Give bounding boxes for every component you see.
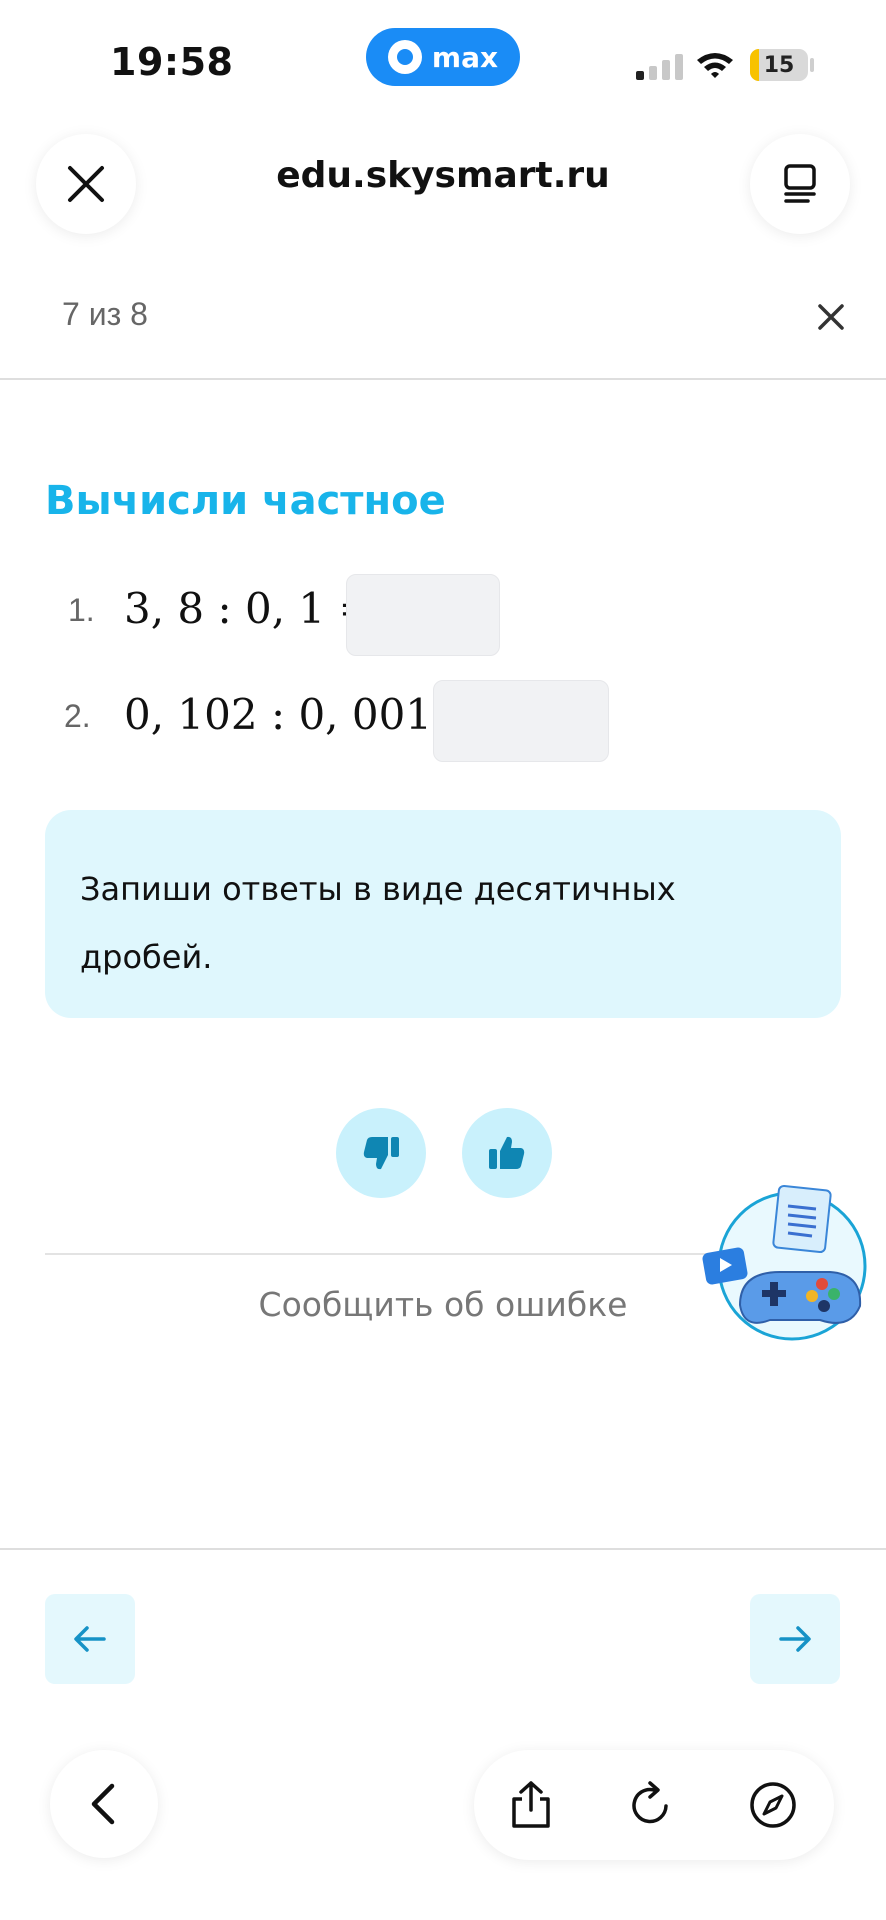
close-task-icon[interactable] (816, 302, 846, 332)
max-app-label: max (431, 40, 499, 74)
wifi-icon (697, 53, 733, 78)
next-task-button[interactable] (750, 1594, 840, 1684)
task-title: Вычисли частное (45, 478, 446, 524)
battery-cap (810, 58, 814, 72)
tabs-icon (784, 164, 816, 203)
progress-label: 7 из 8 (62, 296, 148, 332)
item-number-1: 1. (68, 592, 95, 628)
hint-text: Запиши ответы в виде десятичных дробей. (80, 870, 676, 976)
arrow-right-icon (779, 1626, 811, 1652)
content-bottom-divider (0, 1548, 886, 1550)
max-logo-icon (387, 40, 422, 74)
reload-icon[interactable] (626, 1780, 676, 1830)
battery-percent: 15 (763, 52, 795, 78)
status-time: 19:58 (110, 40, 234, 84)
max-app-pill[interactable]: max (366, 28, 520, 86)
answer-input-2[interactable] (433, 680, 609, 762)
arrow-left-icon (74, 1626, 106, 1652)
browser-back-button[interactable] (50, 1750, 158, 1858)
thumbs-up-icon (489, 1136, 525, 1169)
thumbs-down-icon (363, 1137, 399, 1170)
games-badge-icon[interactable] (700, 1180, 870, 1350)
header-divider (0, 378, 886, 380)
prev-task-button[interactable] (45, 1594, 135, 1684)
item-expression-1: 3, 8 : 0, 1 = (124, 584, 374, 633)
cellular-signal-icon (636, 52, 683, 80)
chevron-left-icon (91, 1783, 115, 1825)
feedback-divider (45, 1253, 735, 1255)
battery-indicator: 15 (750, 49, 808, 81)
share-icon[interactable] (508, 1780, 554, 1830)
item-number-2: 2. (64, 698, 91, 734)
item-expression-2: 0, 102 : 0, 001 = (124, 690, 481, 739)
like-button[interactable] (462, 1108, 552, 1198)
tabs-button[interactable] (750, 134, 850, 234)
dislike-button[interactable] (336, 1108, 426, 1198)
answer-input-1[interactable] (346, 574, 500, 656)
compass-icon[interactable] (748, 1780, 798, 1830)
